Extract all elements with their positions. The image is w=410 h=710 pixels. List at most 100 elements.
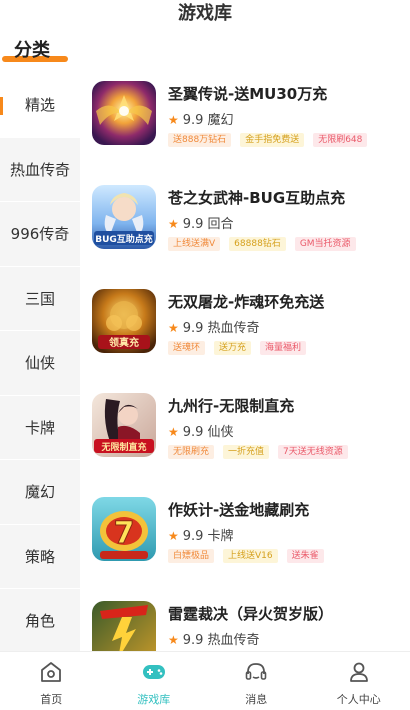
- sidebar-item-label: 热血传奇: [9, 160, 70, 179]
- sidebar-item-rpg[interactable]: 角色: [0, 589, 80, 651]
- icon-caption: 7: [114, 516, 135, 551]
- valkyrie-game-icon[interactable]: BUG互助点充: [92, 185, 156, 249]
- game-tags: 上线送满V 68888钻石 GM当托资源: [168, 237, 356, 251]
- game-meta: ★ 9.9 回合: [168, 213, 233, 232]
- nav-label: 消息: [245, 693, 268, 706]
- game-genre: 回合: [207, 217, 234, 232]
- category-title: 分类: [14, 40, 50, 61]
- nav-label: 首页: [40, 693, 63, 706]
- game-title: 圣翼传说-送MU30万充: [168, 85, 328, 103]
- game-title: 无双屠龙-炸魂环免充送: [168, 293, 325, 311]
- sidebar-item-xianxia[interactable]: 仙侠: [0, 331, 80, 396]
- star-icon: ★: [168, 217, 179, 231]
- icon-caption: 无限制直充: [100, 441, 146, 453]
- category-sidebar: 精选 热血传奇 996传奇 三国 仙侠 卡牌 魔幻 策略 角色: [0, 73, 80, 651]
- headset-icon: [244, 660, 268, 688]
- nav-home[interactable]: 首页: [0, 652, 103, 710]
- star-icon: ★: [168, 113, 179, 127]
- sidebar-item-three-kingdoms[interactable]: 三国: [0, 267, 80, 331]
- star-icon: ★: [168, 633, 179, 647]
- game-tag: 上线送V16: [223, 549, 278, 563]
- category-header: 分类: [0, 32, 80, 64]
- sidebar-item-label: 卡牌: [24, 418, 55, 437]
- game-tag: 送朱雀: [286, 549, 324, 563]
- jiuzhou-game-icon[interactable]: 无限制直充: [92, 393, 156, 457]
- game-tag: 送魂环: [168, 341, 206, 355]
- sidebar-item-label: 三国: [24, 289, 55, 308]
- top-bar: 游戏库: [0, 0, 410, 30]
- sidebar-item-label: 策略: [24, 547, 55, 566]
- game-tag: GM当托资源: [294, 237, 356, 251]
- game-rating: 9.9: [182, 217, 204, 232]
- home-icon: [39, 660, 63, 688]
- game-tag: 送万充: [214, 341, 252, 355]
- game-title: 苍之女武神-BUG互助点充: [168, 189, 346, 207]
- game-tag: 上线送满V: [168, 237, 221, 251]
- game-rating: 9.9: [182, 529, 204, 544]
- game-tag: 一折充值: [223, 445, 270, 459]
- game-rating: 9.9: [182, 321, 204, 336]
- page-title: 游戏库: [178, 3, 232, 24]
- game-item[interactable]: 领真充 无双屠龙-炸魂环免充送 ★ 9.9 热血传奇 送魂环 送万充 海量福利: [80, 281, 410, 385]
- sidebar-item-label: 996传奇: [10, 225, 70, 244]
- game-meta: ★ 9.9 仙侠: [168, 421, 233, 440]
- game-tags: 送魂环 送万充 海量福利: [168, 341, 307, 355]
- game-tag: 送888万钻石: [168, 133, 232, 147]
- game-genre: 魔幻: [207, 113, 234, 128]
- game-tags: 送888万钻石 金手指免费送 无限刷648: [168, 133, 368, 147]
- game-genre: 热血传奇: [207, 633, 260, 648]
- game-tag: 无限刷648: [313, 133, 368, 147]
- game-tag: 7天送无线资源: [278, 445, 348, 459]
- game-rating: 9.9: [182, 113, 204, 128]
- game-item[interactable]: 7 作妖计-送金地藏刷充 ★ 9.9 卡牌 白嫖极品 上线送V16 送朱雀: [80, 489, 410, 593]
- sidebar-item-legend[interactable]: 热血传奇: [0, 138, 80, 202]
- game-title: 雷霆裁决（异火贺岁版）: [168, 605, 334, 623]
- game-meta: ★ 9.9 热血传奇: [168, 317, 259, 336]
- nav-label: 个人中心: [336, 693, 381, 706]
- game-tag: 68888钻石: [229, 237, 286, 251]
- sidebar-item-strategy[interactable]: 策略: [0, 525, 80, 589]
- game-genre: 卡牌: [207, 529, 234, 544]
- sidebar-item-label: 精选: [24, 96, 55, 115]
- game-item[interactable]: BUG互助点充 苍之女武神-BUG互助点充 ★ 9.9 回合 上线送满V 68888…: [80, 177, 410, 281]
- game-meta: ★ 9.9 卡牌: [168, 525, 233, 544]
- sidebar-item-996-legend[interactable]: 996传奇: [0, 202, 80, 267]
- sidebar-item-fantasy[interactable]: 魔幻: [0, 460, 80, 525]
- sidebar-item-label: 魔幻: [24, 483, 55, 502]
- sidebar-item-label: 仙侠: [24, 354, 55, 373]
- wing-game-icon[interactable]: [92, 81, 156, 145]
- game-meta: ★ 9.9 魔幻: [168, 109, 233, 128]
- thunder-game-icon[interactable]: [92, 601, 156, 651]
- game-item[interactable]: 雷霆裁决（异火贺岁版） ★ 9.9 热血传奇: [80, 593, 410, 651]
- game-rating: 9.9: [182, 425, 204, 440]
- game-tags: 无限刷充 一折充值 7天送无线资源: [168, 445, 348, 459]
- game-meta: ★ 9.9 热血传奇: [168, 629, 259, 648]
- star-icon: ★: [168, 425, 179, 439]
- dragon-game-icon[interactable]: 领真充: [92, 289, 156, 353]
- game-item[interactable]: 无限制直充 九州行-无限制直充 ★ 9.9 仙侠 无限刷充 一折充值 7天送无线资源: [80, 385, 410, 489]
- nav-game-library[interactable]: 游戏库: [103, 652, 206, 710]
- nav-messages[interactable]: 消息: [205, 652, 308, 710]
- person-icon: [347, 660, 371, 688]
- game-item[interactable]: 圣翼传说-送MU30万充 ★ 9.9 魔幻 送888万钻石 金手指免费送 无限刷64…: [80, 73, 410, 177]
- game-tags: 白嫖极品 上线送V16 送朱雀: [168, 549, 324, 563]
- game-rating: 9.9: [182, 633, 204, 648]
- game-genre: 热血传奇: [207, 321, 260, 336]
- game-tag: 金手指免费送: [240, 133, 305, 147]
- zuoyaoji-game-icon[interactable]: 7: [92, 497, 156, 561]
- icon-caption: BUG互助点充: [95, 233, 153, 245]
- nav-profile[interactable]: 个人中心: [308, 652, 410, 710]
- game-genre: 仙侠: [207, 425, 234, 440]
- game-tag: 无限刷充: [168, 445, 215, 459]
- nav-label: 游戏库: [137, 693, 171, 706]
- sidebar-item-card[interactable]: 卡牌: [0, 396, 80, 460]
- game-title: 作妖计-送金地藏刷充: [168, 501, 310, 519]
- bottom-nav: 首页 游戏库 消息 个人中心: [0, 651, 410, 710]
- sidebar-item-featured[interactable]: 精选: [0, 73, 80, 138]
- game-tag: 海量福利: [260, 341, 307, 355]
- game-list: 圣翼传说-送MU30万充 ★ 9.9 魔幻 送888万钻石 金手指免费送 无限刷64…: [80, 73, 410, 651]
- icon-caption: 领真充: [109, 336, 139, 349]
- game-tag: 白嫖极品: [168, 549, 215, 563]
- sidebar-item-label: 角色: [24, 612, 55, 631]
- game-title: 九州行-无限制直充: [168, 397, 295, 415]
